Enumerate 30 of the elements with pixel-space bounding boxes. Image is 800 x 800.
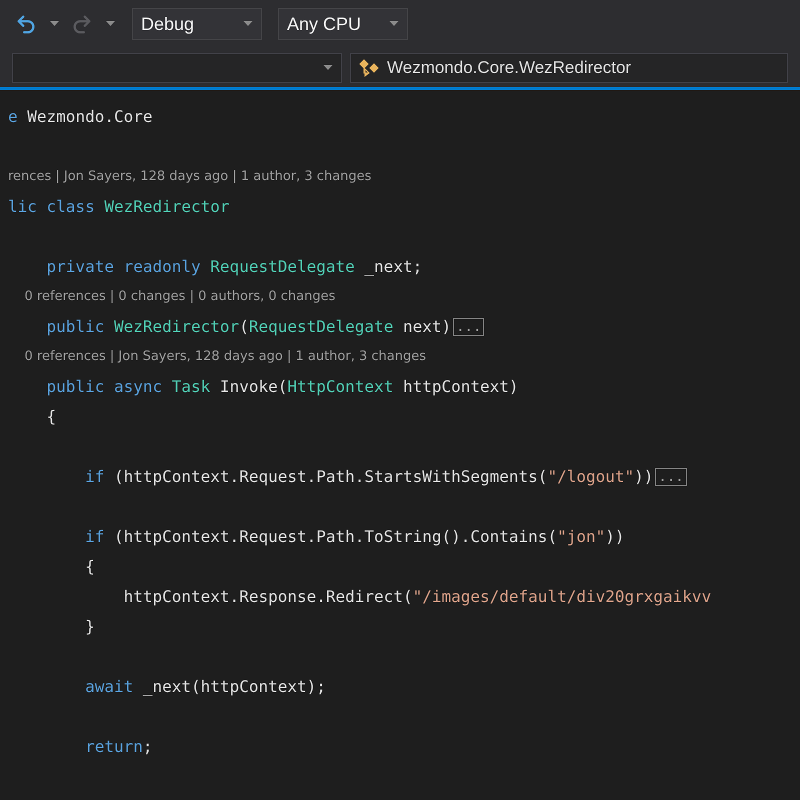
- toolbar-dropdown[interactable]: Debug: [132, 8, 262, 40]
- collapsed-code-button[interactable]: ...: [453, 318, 484, 336]
- toolbar-dropdown[interactable]: Any CPU: [278, 8, 408, 40]
- code-line: return;: [84, 736, 152, 758]
- caret-icon: [389, 21, 399, 27]
- code-line: public async Task Invoke(HttpContext httpContext): [46, 376, 519, 398]
- code-line: }: [84, 616, 95, 638]
- code-line: await _next(httpContext);: [84, 676, 326, 698]
- caret-icon: [106, 21, 114, 27]
- collapsed-code-button[interactable]: ...: [655, 468, 687, 486]
- member-dropdown[interactable]: Wezmondo.Core.WezRedirector: [350, 52, 788, 82]
- dropdown-value: Any CPU: [287, 12, 362, 36]
- code-line: if (httpContext.Request.Path.StartsWithSegments("/logout")) ...: [8, 465, 687, 489]
- code-line: e Wezmondo.Core: [8, 106, 152, 128]
- code-lens-info[interactable]: 0 references | Jon Sayers, 128 days ago | 1 author, 3 changes: [8, 347, 426, 367]
- class-icon: [359, 58, 379, 76]
- code-line: httpContext.Response.Redirect("/images/default/div20grxgaikvv: [122, 586, 712, 608]
- code-line: public WezRedirector(RequestDelegate next) ...: [8, 315, 484, 339]
- code-lens-info[interactable]: rences | Jon Sayers, 128 days ago | 1 author, 3 changes: [8, 167, 372, 187]
- dropdown-value: Wezmondo.Core.WezRedirector: [387, 56, 632, 79]
- caret-icon: [243, 21, 253, 27]
- caret-icon: [323, 64, 333, 70]
- code-line: lic class WezRedirector: [8, 196, 230, 218]
- dropdown-value: Debug: [141, 12, 196, 36]
- code-line: {: [46, 406, 56, 428]
- caret-icon: [50, 21, 58, 27]
- code-line: {: [84, 556, 95, 578]
- code-line: private readonly RequestDelegate _next;: [46, 256, 422, 278]
- code-line: if (httpContext.Request.Path.ToString().Contains("jon")): [84, 526, 625, 548]
- code-lens-info[interactable]: 0 references | 0 changes | 0 authors, 0 changes: [8, 287, 336, 307]
